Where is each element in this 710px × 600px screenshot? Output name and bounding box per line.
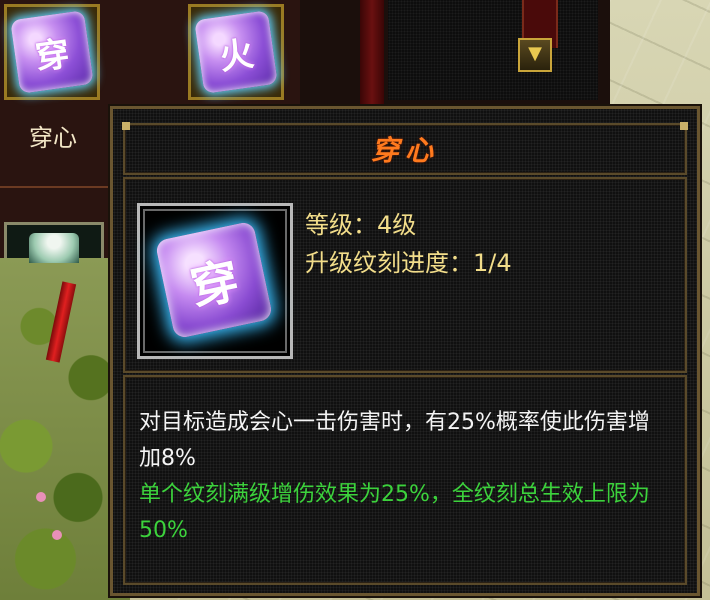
level-value: 4级 (377, 211, 417, 239)
rune-chuanxin-large-icon: 穿 (154, 220, 274, 340)
rune-chuanxin-icon: 穿 (10, 10, 94, 94)
rune-list-area (388, 0, 598, 100)
rune-glyph: 穿 (185, 252, 245, 318)
flower-decoration (52, 530, 62, 540)
rune-inventory-panel: 穿 穿心 (0, 0, 112, 263)
engraving-cap-note: 单个纹刻满级增伤效果为25%，全纹刻总生效上限为50% (139, 482, 650, 543)
rune-slot-huo[interactable]: 火 (188, 4, 284, 100)
rune-huo-icon: 火 (194, 10, 278, 94)
progress-label: 升级纹刻进度： (305, 249, 473, 277)
tooltip-info-box: 穿 等级：4级 升级纹刻进度：1/4 (123, 177, 687, 373)
progress-value: 1/4 (473, 249, 512, 277)
rune-icon-frame: 穿 (137, 203, 293, 359)
rune-partial-icon (29, 233, 79, 263)
tooltip-title-box: 穿心 (122, 122, 688, 175)
rune-list-panel (300, 0, 610, 110)
panel-red-border (360, 0, 384, 110)
effect-description: 对目标造成会心一击伤害时，有25%概率使此伤害增加8% (139, 410, 650, 471)
rune-tooltip: 穿心 穿 等级：4级 升级纹刻进度：1/4 对目标造成会心一击伤害时，有25%概… (110, 106, 700, 596)
rune-upgrade-progress: 升级纹刻进度：1/4 (305, 243, 512, 278)
scroll-down-button[interactable]: ▼ (518, 38, 552, 72)
rune-level: 等级：4级 (305, 205, 416, 240)
rune-slot-chuanxin[interactable]: 穿 (4, 4, 100, 100)
rune-slot-partial[interactable] (4, 222, 104, 263)
tooltip-title: 穿心 (370, 134, 439, 167)
rune-inventory-column-2: 火 (110, 0, 300, 110)
rune-glyph: 火 (216, 33, 257, 78)
flower-decoration (36, 492, 46, 502)
tooltip-description-box: 对目标造成会心一击伤害时，有25%概率使此伤害增加8% 单个纹刻满级增伤效果为2… (123, 375, 687, 585)
rune-slot-label: 穿心 (29, 124, 77, 152)
inventory-divider (0, 186, 110, 188)
chevron-down-icon: ▼ (528, 43, 542, 64)
rune-glyph: 穿 (32, 33, 73, 78)
level-label: 等级： (305, 211, 377, 239)
